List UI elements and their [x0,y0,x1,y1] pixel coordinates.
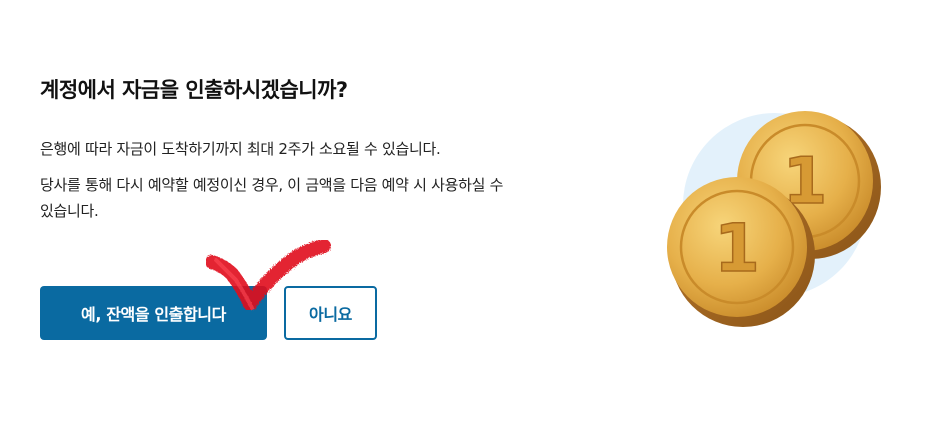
dialog-paragraph-rebooking: 당사를 통해 다시 예약할 예정이신 경우, 이 금액을 다음 예약 시 사용하… [40,176,504,220]
withdraw-dialog: 계정에서 자금을 인출하시겠습니까? 은행에 따라 자금이 도착하기까지 최대 … [40,72,520,234]
coins-illustration: 1 1 [667,111,881,327]
coin-front-numeral: 1 [714,210,760,287]
confirm-withdraw-button[interactable]: 예, 잔액을 인출합니다 [40,286,267,340]
dialog-actions: 예, 잔액을 인출합니다 아니요 [40,286,377,340]
cancel-button[interactable]: 아니요 [284,286,377,340]
dialog-paragraph-arrival-time: 은행에 따라 자금이 도착하기까지 최대 2주가 소요될 수 있습니다. [40,140,441,158]
dialog-title: 계정에서 자금을 인출하시겠습니까? [40,78,348,102]
